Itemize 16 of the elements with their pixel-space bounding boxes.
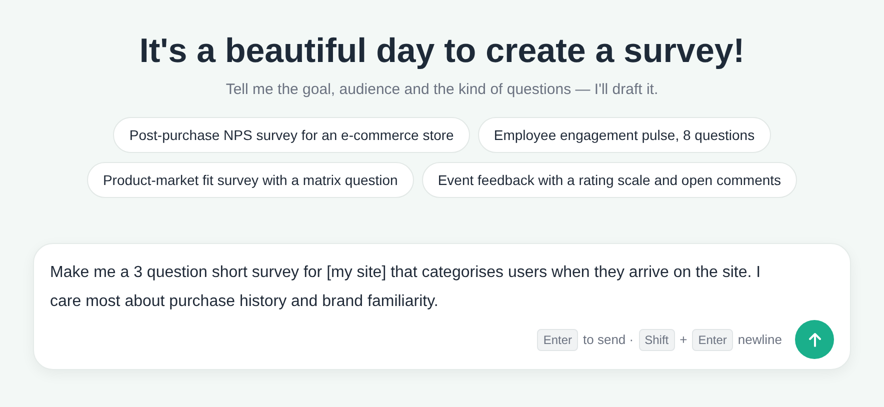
key-badge: Enter (537, 328, 578, 350)
hint-text: newline (738, 330, 782, 349)
suggestion-chip[interactable]: Product-market fit survey with a matrix question (86, 162, 414, 198)
send-button[interactable] (795, 320, 834, 359)
page-heading: It's a beautiful day to create a survey! (139, 31, 745, 72)
arrow-up-icon (806, 332, 822, 348)
suggestion-chip[interactable]: Post-purchase NPS survey for an e-commerce store (113, 117, 470, 153)
key-badge: Shift (638, 328, 675, 350)
key-badge: Enter (692, 328, 733, 350)
hint-text: + (680, 330, 688, 349)
page-subheading: Tell me the goal, audience and the kind of questions — I'll draft it. (226, 80, 658, 100)
composer-field[interactable]: Make me a 3 question short survey for [my site] that categorises users when they arrive on the site. I care most about purchase history and brand familiarity. Enter to send · Shift + Enter newline (33, 243, 851, 370)
prompt-field[interactable]: Make me a 3 question short survey for [my site] that categorises users when they arrive on the site. I care most about purchase history and brand familiarity. (50, 258, 765, 316)
suggestion-chip[interactable]: Employee engagement pulse, 8 questions (478, 117, 771, 153)
hint-text: to send · (583, 330, 634, 349)
suggestion-chip[interactable]: Event feedback with a rating scale and open comments (422, 162, 798, 198)
